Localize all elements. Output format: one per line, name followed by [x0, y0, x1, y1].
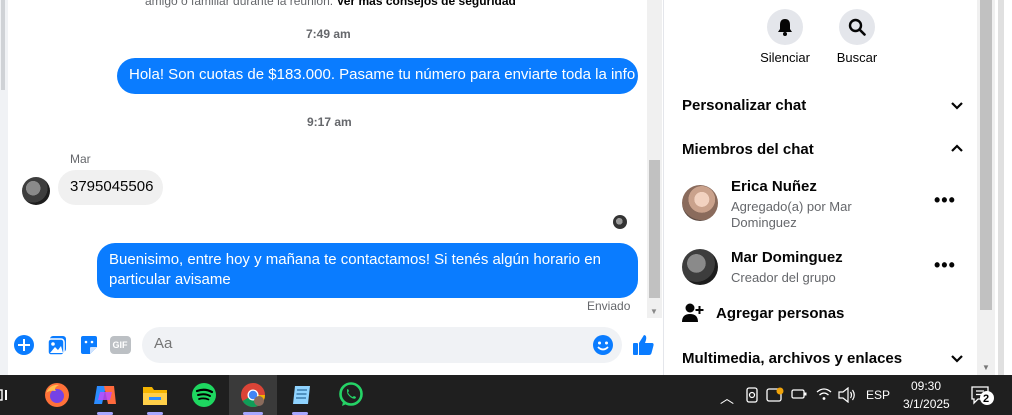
security-notice-partial: amigo o familiar durante la reunión. Ver…: [145, 0, 516, 8]
attach-photo-icon[interactable]: [46, 334, 68, 356]
task-view-icon[interactable]: [0, 385, 14, 405]
emoji-icon[interactable]: [592, 334, 614, 356]
mute-label: Silenciar: [760, 50, 810, 65]
battery-icon[interactable]: [791, 388, 807, 403]
sticker-icon[interactable]: [78, 334, 100, 356]
message-timestamp: 7:49 am: [306, 27, 351, 41]
incoming-message[interactable]: 3795045506: [58, 170, 163, 205]
clock-date: 3/1/2025: [903, 397, 950, 411]
clock-time: 09:30: [910, 379, 942, 393]
message-text: 3795045506: [70, 178, 154, 195]
section-title: Miembros del chat: [682, 140, 814, 158]
section-title: Multimedia, archivos y enlaces: [682, 349, 903, 367]
message-text: Hola! Son cuotas de $183.000. Pasame tu …: [129, 66, 636, 83]
customize-chat-section[interactable]: Personalizar chat: [682, 90, 964, 120]
search-button[interactable]: [839, 9, 875, 45]
sender-name: Mar: [70, 152, 91, 166]
search-icon: [848, 18, 866, 36]
member-avatar[interactable]: [682, 249, 718, 285]
scroll-down-arrow-icon[interactable]: ▼: [982, 363, 990, 372]
security-alert-icon[interactable]: [766, 387, 784, 406]
chevron-down-icon: [951, 102, 963, 110]
search-label: Buscar: [836, 50, 878, 65]
member-detail-line: Dominguez: [731, 215, 797, 230]
meet-now-icon[interactable]: [745, 387, 759, 406]
add-people-button[interactable]: Agregar personas: [682, 302, 844, 324]
section-title: Personalizar chat: [682, 96, 807, 114]
wifi-icon[interactable]: [816, 387, 832, 404]
taskbar: ︿ ESP 09:30 3/1/2025 2: [0, 375, 1012, 415]
volume-icon[interactable]: [838, 386, 856, 406]
add-people-label: Agregar personas: [716, 304, 845, 322]
gif-label: GIF: [109, 336, 131, 354]
scroll-down-arrow-icon[interactable]: ▼: [650, 307, 658, 316]
message-text-line: particular avisame: [109, 271, 231, 288]
media-files-links-section[interactable]: Multimedia, archivos y enlaces: [682, 343, 964, 373]
security-tips-link[interactable]: Ver más consejos de seguridad: [336, 0, 515, 8]
member-avatar[interactable]: [682, 185, 718, 221]
delivery-status: Enviado: [587, 299, 631, 313]
thumbs-up-icon[interactable]: [630, 333, 656, 357]
firefox-icon[interactable]: [43, 381, 71, 409]
sender-avatar[interactable]: [22, 177, 50, 205]
message-input[interactable]: [154, 335, 574, 352]
seen-by-avatar: [613, 215, 627, 229]
member-options-icon[interactable]: •••: [934, 190, 956, 211]
member-name[interactable]: Erica Nuñez: [731, 178, 817, 195]
notification-count-badge: 2: [983, 393, 990, 405]
bell-icon: [778, 19, 792, 36]
chat-thread: amigo o familiar durante la reunión. Ver…: [0, 0, 664, 375]
message-composer[interactable]: [142, 327, 622, 363]
more-actions-plus-icon[interactable]: [13, 334, 35, 356]
chevron-down-icon: [951, 355, 963, 363]
notepad-icon[interactable]: [288, 381, 316, 409]
page-scrollbar[interactable]: [995, 0, 1012, 375]
chevron-up-icon: [951, 144, 963, 152]
message-timestamp: 9:17 am: [307, 115, 352, 129]
gif-icon[interactable]: GIF: [109, 335, 131, 355]
spotify-icon[interactable]: [190, 381, 218, 409]
scrollbar-thumb[interactable]: [980, 0, 992, 310]
member-detail: Creador del grupo: [731, 270, 836, 285]
chat-scrollbar[interactable]: ▼: [647, 0, 662, 318]
show-hidden-icons-icon[interactable]: ︿: [720, 388, 734, 408]
panel-scrollbar[interactable]: ▼: [977, 0, 995, 375]
member-options-icon[interactable]: •••: [934, 255, 956, 276]
member-detail: Agregado(a) por Mar Dominguez: [731, 199, 852, 231]
add-person-icon: [682, 303, 704, 322]
message-text-line: Buenisimo, entre hoy y mañana te contact…: [109, 251, 601, 268]
scrollbar-thumb[interactable]: [649, 160, 660, 298]
member-name[interactable]: Mar Dominguez: [731, 249, 843, 266]
clock[interactable]: 09:30 3/1/2025: [903, 379, 950, 411]
left-window-edge: [0, 0, 8, 375]
input-language[interactable]: ESP: [866, 388, 890, 402]
screen: amigo o familiar durante la reunión. Ver…: [0, 0, 1012, 415]
mute-button[interactable]: [767, 9, 803, 45]
chrome-icon[interactable]: [239, 381, 267, 409]
outgoing-message[interactable]: Hola! Son cuotas de $183.000. Pasame tu …: [117, 58, 638, 94]
whatsapp-icon[interactable]: [337, 381, 365, 409]
outgoing-message[interactable]: Buenisimo, entre hoy y mañana te contact…: [97, 243, 638, 298]
chat-members-section[interactable]: Miembros del chat: [682, 134, 964, 164]
file-explorer-icon[interactable]: [141, 381, 169, 409]
member-detail-line: Agregado(a) por Mar: [731, 199, 852, 214]
copilot-icon[interactable]: [91, 381, 119, 409]
